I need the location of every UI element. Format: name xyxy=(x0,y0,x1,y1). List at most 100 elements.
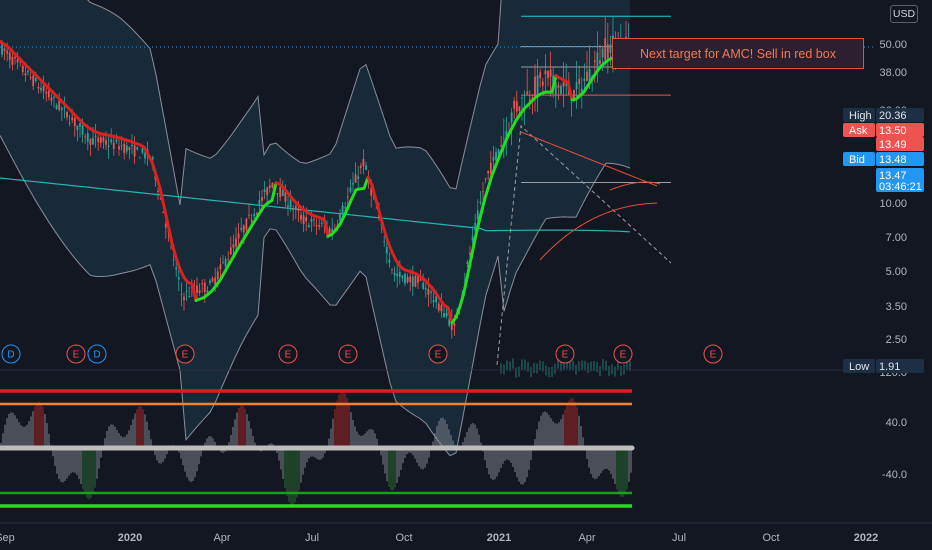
candle-body xyxy=(440,305,443,312)
candle-body xyxy=(445,312,448,317)
candle-body xyxy=(276,193,279,194)
candle-body xyxy=(3,48,6,51)
candle-body xyxy=(63,107,66,108)
volume-bar xyxy=(530,366,532,377)
time-tick: 2022 xyxy=(854,532,878,544)
candle-body xyxy=(318,225,321,227)
chart-canvas[interactable]: DEDEEEEEEE 7050.0038.0026.0010.007.005.0… xyxy=(0,0,932,550)
volume-bar xyxy=(581,360,583,371)
event-markers[interactable]: DEDEEEEEEE xyxy=(1,344,723,364)
candle-body xyxy=(42,86,45,92)
candle-body xyxy=(97,137,100,143)
candle-body xyxy=(547,70,549,79)
candle-body xyxy=(414,276,417,287)
candle-body xyxy=(40,87,42,91)
volume-bar xyxy=(620,365,622,376)
candle-body xyxy=(183,296,185,301)
candle-body xyxy=(73,118,76,126)
time-tick: 2021 xyxy=(487,532,511,544)
candle-body xyxy=(482,191,484,193)
candle-body xyxy=(50,97,53,101)
price-tick: 50.00 xyxy=(879,39,907,51)
time-axis: Sep 2020 Apr Jul Oct 2021 Apr Jul Oct 2022 xyxy=(0,522,932,544)
candle-body xyxy=(47,90,50,98)
candle-body xyxy=(346,196,349,198)
triangle-arc xyxy=(609,181,661,191)
tag-label: Bid xyxy=(849,154,865,166)
candle-body xyxy=(544,70,547,75)
candle-body xyxy=(14,56,16,59)
volume-bar xyxy=(515,367,517,378)
earnings-marker: E xyxy=(555,344,575,364)
volume-bar xyxy=(518,366,520,377)
candle-body xyxy=(287,205,289,207)
currency-label[interactable]: USD xyxy=(890,5,918,23)
candle-body xyxy=(16,59,19,63)
candle-body xyxy=(489,162,492,174)
candle-body xyxy=(292,208,295,210)
candle-body xyxy=(92,137,94,145)
candle-body xyxy=(99,137,102,143)
candle-body xyxy=(500,145,503,147)
candle-body xyxy=(24,73,27,76)
candle-body xyxy=(466,261,469,264)
candle-body xyxy=(279,187,282,198)
earnings-marker: E xyxy=(338,344,358,364)
candle-body xyxy=(310,218,313,222)
candle-body xyxy=(242,225,245,233)
candle-body xyxy=(476,210,479,220)
candle-body xyxy=(362,159,365,167)
candle-body xyxy=(487,170,490,174)
candle-body xyxy=(180,294,183,295)
candle-body xyxy=(81,125,84,135)
annotation-note[interactable]: Next target for AMC! Sell in red box xyxy=(612,38,864,69)
candle-body xyxy=(320,223,323,224)
candle-body xyxy=(45,91,48,94)
candle-body xyxy=(349,187,352,192)
volume-bar xyxy=(572,360,574,371)
candle-body xyxy=(575,82,578,89)
candle-body xyxy=(258,199,261,204)
candle-body xyxy=(222,262,224,264)
candle-body xyxy=(315,225,318,226)
candle-body xyxy=(211,278,214,282)
candle-body xyxy=(21,65,24,72)
candle-body xyxy=(8,52,11,60)
price-tick: 2.50 xyxy=(886,334,907,346)
candle-body xyxy=(268,185,271,188)
event-label: E xyxy=(710,350,717,361)
earnings-marker: E xyxy=(66,344,86,364)
candle-body xyxy=(133,145,136,157)
candle-body xyxy=(484,178,487,180)
candle-body xyxy=(339,213,341,221)
candle-body xyxy=(240,227,243,230)
candle-body xyxy=(19,62,22,64)
candle-body xyxy=(406,276,409,283)
event-label: E xyxy=(435,350,442,361)
candle-body xyxy=(518,106,521,111)
candle-body xyxy=(235,238,237,247)
tag-value: 20.36 xyxy=(879,110,907,122)
candle-body xyxy=(328,228,331,234)
candle-body xyxy=(79,123,81,127)
candle-body xyxy=(123,144,126,153)
oscillator-panel xyxy=(0,369,875,508)
candle-body xyxy=(344,207,347,209)
ask-price-tag: Ask 13.50 xyxy=(843,123,924,137)
candle-body xyxy=(354,174,357,183)
candle-body xyxy=(229,247,232,255)
volume-bar xyxy=(536,363,538,374)
price-tag: 13.49 xyxy=(876,137,924,151)
volume-bar xyxy=(596,362,598,373)
candle-body xyxy=(536,75,539,95)
candle-body xyxy=(232,244,235,248)
volume-bar xyxy=(629,360,631,371)
candle-body xyxy=(385,247,388,254)
price-tick: 7.00 xyxy=(886,232,907,244)
candle-body xyxy=(105,139,107,145)
candle-body xyxy=(604,37,607,60)
volume-bar xyxy=(503,364,505,375)
candle-body xyxy=(502,137,505,139)
candle-body xyxy=(118,146,120,150)
candle-body xyxy=(422,282,425,289)
